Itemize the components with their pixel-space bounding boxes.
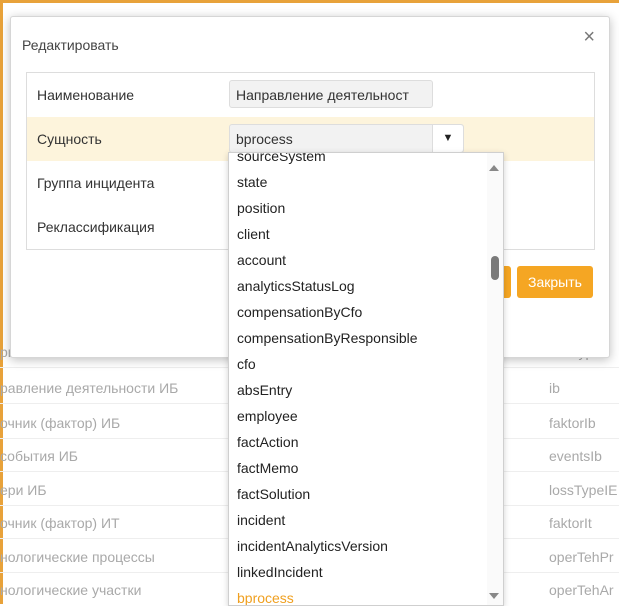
row-name: очник (фактор) ИТ [0,515,120,531]
row-name: ери ИБ [0,482,47,498]
dialog-title: Редактировать [22,37,119,53]
scroll-up-icon[interactable] [489,165,499,171]
row-name: нологические участки [0,582,142,598]
row-code: operTehPr [549,549,614,565]
row-name: события ИБ [0,448,78,464]
row-name: равление деятельности ИБ [0,380,179,396]
row-code: faktorIb [549,415,596,431]
scroll-down-icon[interactable] [489,593,499,599]
row-name: очник (фактор) ИБ [0,415,121,431]
list-item[interactable]: cfo [229,351,487,377]
list-item[interactable]: linkedIncident [229,559,487,585]
list-item[interactable]: factSolution [229,481,487,507]
field-label: Реклассификация [37,219,155,235]
window-top-border [0,0,619,3]
list-item[interactable]: position [229,195,487,221]
entity-dropdown-list[interactable]: sourceSystem state position client accou… [228,152,504,606]
field-label: Наименование [37,87,135,103]
row-code: lossTypeIE [549,482,618,498]
form-row-name: Наименование Направление деятельност [27,73,594,117]
list-item[interactable]: incident [229,507,487,533]
list-item[interactable]: account [229,247,487,273]
field-label: Сущность [37,131,102,147]
field-label: Группа инцидента [37,175,155,191]
list-item[interactable]: analyticsStatusLog [229,273,487,299]
list-item-selected[interactable]: bprocess [229,585,487,605]
row-code: faktorIt [549,515,592,531]
select-value: bprocess [236,131,293,147]
list-item[interactable]: factAction [229,429,487,455]
close-icon[interactable]: × [583,27,595,47]
row-code: eventsIb [549,448,602,464]
list-item[interactable]: sourceSystem [229,153,487,169]
list-item[interactable]: compensationByCfo [229,299,487,325]
row-name: нологические процессы [0,549,155,565]
close-button[interactable]: Закрыть [517,266,593,298]
list-item[interactable]: client [229,221,487,247]
scrollbar[interactable] [487,153,503,605]
list-item[interactable]: absEntry [229,377,487,403]
name-field[interactable]: Направление деятельност [229,80,433,108]
list-item[interactable]: employee [229,403,487,429]
row-code: ib [549,380,560,396]
dropdown-items: sourceSystem state position client accou… [229,153,487,605]
list-item[interactable]: incidentAnalyticsVersion [229,533,487,559]
entity-select[interactable]: bprocess ▼ [229,124,464,153]
list-item[interactable]: state [229,169,487,195]
list-item[interactable]: compensationByResponsible [229,325,487,351]
scrollbar-thumb[interactable] [491,256,499,280]
list-item[interactable]: factMemo [229,455,487,481]
chevron-down-icon[interactable]: ▼ [432,125,463,152]
row-code: operTehAr [549,582,614,598]
